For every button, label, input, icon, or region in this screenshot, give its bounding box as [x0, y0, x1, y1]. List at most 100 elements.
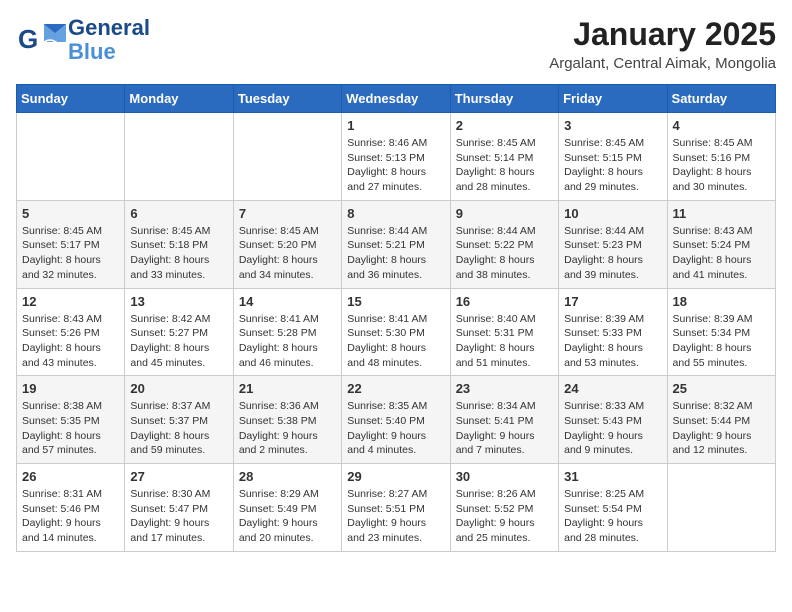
calendar-cell: 13 Sunrise: 8:42 AM Sunset: 5:27 PM Dayli…: [125, 288, 233, 376]
day-info: Sunrise: 8:39 AM Sunset: 5:34 PM Dayligh…: [673, 312, 770, 371]
calendar-cell: 6Sunrise: 8:45 AM Sunset: 5:18 PM Daylig…: [125, 200, 233, 288]
day-header-saturday: Saturday: [667, 85, 775, 113]
day-number: 23: [456, 381, 553, 396]
day-header-tuesday: Tuesday: [233, 85, 341, 113]
calendar-cell: 17 Sunrise: 8:39 AM Sunset: 5:33 PM Dayli…: [559, 288, 667, 376]
calendar-cell: 31 Sunrise: 8:25 AM Sunset: 5:54 PM Dayli…: [559, 464, 667, 552]
day-info: Sunrise: 8:45 AM Sunset: 5:16 PM Dayligh…: [673, 136, 770, 195]
calendar-cell: 10 Sunrise: 8:44 AM Sunset: 5:23 PM Dayli…: [559, 200, 667, 288]
day-number: 12: [22, 294, 119, 309]
calendar-cell: 30Sunrise: 8:26 AM Sunset: 5:52 PM Dayli…: [450, 464, 558, 552]
day-number: 5: [22, 206, 119, 221]
calendar-table: SundayMondayTuesdayWednesdayThursdayFrid…: [16, 84, 776, 552]
calendar-header-row: SundayMondayTuesdayWednesdayThursdayFrid…: [17, 85, 776, 113]
day-number: 28: [239, 469, 336, 484]
day-header-friday: Friday: [559, 85, 667, 113]
day-info: Sunrise: 8:29 AM Sunset: 5:49 PM Dayligh…: [239, 487, 336, 546]
day-info: Sunrise: 8:36 AM Sunset: 5:38 PM Dayligh…: [239, 399, 336, 458]
calendar-week-row: 1 Sunrise: 8:46 AM Sunset: 5:13 PM Daylig…: [17, 113, 776, 201]
calendar-cell: 2Sunrise: 8:45 AM Sunset: 5:14 PM Daylig…: [450, 113, 558, 201]
day-number: 25: [673, 381, 770, 396]
day-info: Sunrise: 8:43 AM Sunset: 5:26 PM Dayligh…: [22, 312, 119, 371]
day-number: 20: [130, 381, 227, 396]
calendar-cell: 18 Sunrise: 8:39 AM Sunset: 5:34 PM Dayli…: [667, 288, 775, 376]
calendar-cell: 14 Sunrise: 8:41 AM Sunset: 5:28 PM Dayli…: [233, 288, 341, 376]
day-number: 10: [564, 206, 661, 221]
day-info: Sunrise: 8:31 AM Sunset: 5:46 PM Dayligh…: [22, 487, 119, 546]
calendar-week-row: 5 Sunrise: 8:45 AM Sunset: 5:17 PM Daylig…: [17, 200, 776, 288]
calendar-cell: 8Sunrise: 8:44 AM Sunset: 5:21 PM Daylig…: [342, 200, 450, 288]
day-number: 26: [22, 469, 119, 484]
calendar-cell: 25 Sunrise: 8:32 AM Sunset: 5:44 PM Dayli…: [667, 376, 775, 464]
day-info: Sunrise: 8:37 AM Sunset: 5:37 PM Dayligh…: [130, 399, 227, 458]
day-info: Sunrise: 8:32 AM Sunset: 5:44 PM Dayligh…: [673, 399, 770, 458]
day-number: 8: [347, 206, 444, 221]
calendar-cell: 19 Sunrise: 8:38 AM Sunset: 5:35 PM Dayli…: [17, 376, 125, 464]
day-number: 13: [130, 294, 227, 309]
calendar-cell: 26 Sunrise: 8:31 AM Sunset: 5:46 PM Dayli…: [17, 464, 125, 552]
calendar-cell: 29Sunrise: 8:27 AM Sunset: 5:51 PM Dayli…: [342, 464, 450, 552]
calendar-cell: [233, 113, 341, 201]
day-info: Sunrise: 8:41 AM Sunset: 5:30 PM Dayligh…: [347, 312, 444, 371]
day-info: Sunrise: 8:45 AM Sunset: 5:14 PM Dayligh…: [456, 136, 553, 195]
day-info: Sunrise: 8:45 AM Sunset: 5:18 PM Dayligh…: [130, 224, 227, 283]
day-number: 7: [239, 206, 336, 221]
calendar-cell: 27Sunrise: 8:30 AM Sunset: 5:47 PM Dayli…: [125, 464, 233, 552]
day-number: 11: [673, 206, 770, 221]
day-number: 1: [347, 118, 444, 133]
calendar-week-row: 26 Sunrise: 8:31 AM Sunset: 5:46 PM Dayli…: [17, 464, 776, 552]
calendar-cell: 23Sunrise: 8:34 AM Sunset: 5:41 PM Dayli…: [450, 376, 558, 464]
calendar-week-row: 19 Sunrise: 8:38 AM Sunset: 5:35 PM Dayli…: [17, 376, 776, 464]
day-number: 30: [456, 469, 553, 484]
calendar-cell: 12 Sunrise: 8:43 AM Sunset: 5:26 PM Dayli…: [17, 288, 125, 376]
day-number: 19: [22, 381, 119, 396]
calendar-cell: 5 Sunrise: 8:45 AM Sunset: 5:17 PM Daylig…: [17, 200, 125, 288]
day-info: Sunrise: 8:43 AM Sunset: 5:24 PM Dayligh…: [673, 224, 770, 283]
day-number: 18: [673, 294, 770, 309]
day-info: Sunrise: 8:41 AM Sunset: 5:28 PM Dayligh…: [239, 312, 336, 371]
calendar-cell: 20 Sunrise: 8:37 AM Sunset: 5:37 PM Dayli…: [125, 376, 233, 464]
calendar-cell: 16Sunrise: 8:40 AM Sunset: 5:31 PM Dayli…: [450, 288, 558, 376]
day-info: Sunrise: 8:45 AM Sunset: 5:20 PM Dayligh…: [239, 224, 336, 283]
day-number: 24: [564, 381, 661, 396]
calendar-cell: [125, 113, 233, 201]
day-number: 31: [564, 469, 661, 484]
day-info: Sunrise: 8:45 AM Sunset: 5:17 PM Dayligh…: [22, 224, 119, 283]
location-title: Argalant, Central Aimak, Mongolia: [549, 55, 776, 72]
day-number: 14: [239, 294, 336, 309]
day-info: Sunrise: 8:42 AM Sunset: 5:27 PM Dayligh…: [130, 312, 227, 371]
day-info: Sunrise: 8:25 AM Sunset: 5:54 PM Dayligh…: [564, 487, 661, 546]
day-info: Sunrise: 8:38 AM Sunset: 5:35 PM Dayligh…: [22, 399, 119, 458]
svg-text:G: G: [18, 24, 38, 54]
day-info: Sunrise: 8:44 AM Sunset: 5:22 PM Dayligh…: [456, 224, 553, 283]
day-number: 9: [456, 206, 553, 221]
day-header-thursday: Thursday: [450, 85, 558, 113]
calendar-cell: 3 Sunrise: 8:45 AM Sunset: 5:15 PM Daylig…: [559, 113, 667, 201]
day-number: 21: [239, 381, 336, 396]
day-info: Sunrise: 8:46 AM Sunset: 5:13 PM Dayligh…: [347, 136, 444, 195]
calendar-cell: 7 Sunrise: 8:45 AM Sunset: 5:20 PM Daylig…: [233, 200, 341, 288]
calendar-cell: 22Sunrise: 8:35 AM Sunset: 5:40 PM Dayli…: [342, 376, 450, 464]
day-number: 3: [564, 118, 661, 133]
day-info: Sunrise: 8:44 AM Sunset: 5:23 PM Dayligh…: [564, 224, 661, 283]
calendar-week-row: 12 Sunrise: 8:43 AM Sunset: 5:26 PM Dayli…: [17, 288, 776, 376]
calendar-cell: 24 Sunrise: 8:33 AM Sunset: 5:43 PM Dayli…: [559, 376, 667, 464]
day-number: 16: [456, 294, 553, 309]
calendar-cell: 11 Sunrise: 8:43 AM Sunset: 5:24 PM Dayli…: [667, 200, 775, 288]
day-number: 4: [673, 118, 770, 133]
calendar-cell: 1 Sunrise: 8:46 AM Sunset: 5:13 PM Daylig…: [342, 113, 450, 201]
calendar-cell: [17, 113, 125, 201]
day-number: 27: [130, 469, 227, 484]
logo: G General Blue: [16, 16, 150, 64]
calendar-cell: 15 Sunrise: 8:41 AM Sunset: 5:30 PM Dayli…: [342, 288, 450, 376]
day-number: 15: [347, 294, 444, 309]
calendar-cell: 4 Sunrise: 8:45 AM Sunset: 5:16 PM Daylig…: [667, 113, 775, 201]
calendar-cell: 28 Sunrise: 8:29 AM Sunset: 5:49 PM Dayli…: [233, 464, 341, 552]
day-number: 17: [564, 294, 661, 309]
day-info: Sunrise: 8:39 AM Sunset: 5:33 PM Dayligh…: [564, 312, 661, 371]
calendar-cell: 21 Sunrise: 8:36 AM Sunset: 5:38 PM Dayli…: [233, 376, 341, 464]
calendar-cell: 9 Sunrise: 8:44 AM Sunset: 5:22 PM Daylig…: [450, 200, 558, 288]
day-info: Sunrise: 8:33 AM Sunset: 5:43 PM Dayligh…: [564, 399, 661, 458]
day-info: Sunrise: 8:45 AM Sunset: 5:15 PM Dayligh…: [564, 136, 661, 195]
day-header-monday: Monday: [125, 85, 233, 113]
